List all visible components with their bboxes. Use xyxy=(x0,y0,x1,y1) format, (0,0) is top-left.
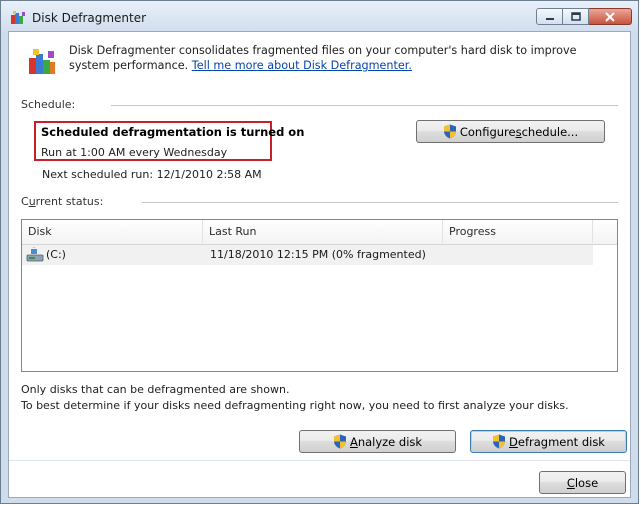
maximize-icon xyxy=(570,12,581,21)
defrag-label-post: efragment disk xyxy=(517,434,605,449)
defragmenter-app-icon xyxy=(11,11,25,24)
disk-list-header: Disk Last Run Progress xyxy=(22,220,593,245)
note-analyze-first: To best determine if your disks need def… xyxy=(21,399,569,412)
disk-list[interactable]: Disk Last Run Progress (C:) 11/18/2010 1… xyxy=(21,219,618,372)
dialog-body: Disk Defragmenter consolidates fragmente… xyxy=(8,31,631,498)
schedule-status-title: Scheduled defragmentation is turned on xyxy=(41,125,305,139)
defrag-label-key: D xyxy=(509,434,518,449)
defragment-disk-button[interactable]: Defragment disk xyxy=(470,430,627,453)
close-button[interactable]: Close xyxy=(539,471,626,494)
configure-schedule-button[interactable]: Configure s chedule... xyxy=(416,120,605,143)
uac-shield-icon xyxy=(493,434,506,449)
title-bar[interactable]: Disk Defragmenter xyxy=(1,1,638,31)
minimize-icon xyxy=(545,17,554,20)
status-divider xyxy=(142,202,618,203)
schedule-label: Schedule: xyxy=(21,98,76,111)
close-label-post: lose xyxy=(574,475,599,490)
uac-shield-icon xyxy=(333,434,346,449)
learn-more-link[interactable]: Tell me more about Disk Defragmenter. xyxy=(192,59,412,72)
defragmenter-large-icon xyxy=(29,49,55,74)
column-header-disk[interactable]: Disk xyxy=(22,220,203,243)
description-text: Disk Defragmenter consolidates fragmente… xyxy=(69,43,619,73)
uac-shield-icon xyxy=(443,124,456,139)
maximize-button[interactable] xyxy=(563,8,589,25)
note-defragmentable-only: Only disks that can be defragmented are … xyxy=(21,383,290,396)
schedule-divider xyxy=(111,105,618,106)
analyze-label-post: nalyze disk xyxy=(357,434,423,449)
minimize-button[interactable] xyxy=(536,8,563,25)
window-title: Disk Defragmenter xyxy=(32,11,147,25)
configure-label-post: chedule... xyxy=(521,124,579,139)
next-scheduled-run: Next scheduled run: 12/1/2010 2:58 AM xyxy=(42,168,262,181)
schedule-status-detail: Run at 1:00 AM every Wednesday xyxy=(41,146,228,159)
disk-defragmenter-window: Disk Defragmenter Disk Defragmenter cons… xyxy=(0,0,639,504)
close-icon xyxy=(605,11,615,22)
close-label-key: C xyxy=(566,475,575,490)
hard-drive-icon xyxy=(26,247,44,262)
analyze-disk-button[interactable]: Analyze disk xyxy=(299,430,456,453)
configure-label-pre: Configure xyxy=(459,124,516,139)
analyze-label-key: A xyxy=(349,434,358,449)
header-filler xyxy=(593,220,617,245)
column-header-progress[interactable]: Progress xyxy=(443,220,593,243)
row-last-run: 11/18/2010 12:15 PM (0% fragmented) xyxy=(210,248,426,261)
footer-divider xyxy=(9,460,630,461)
close-window-button[interactable] xyxy=(589,8,632,25)
current-status-label: Current status: xyxy=(21,195,104,208)
table-row[interactable]: (C:) 11/18/2010 12:15 PM (0% fragmented) xyxy=(22,245,593,265)
column-header-last-run[interactable]: Last Run xyxy=(203,220,443,243)
row-disk: (C:) xyxy=(46,248,66,261)
